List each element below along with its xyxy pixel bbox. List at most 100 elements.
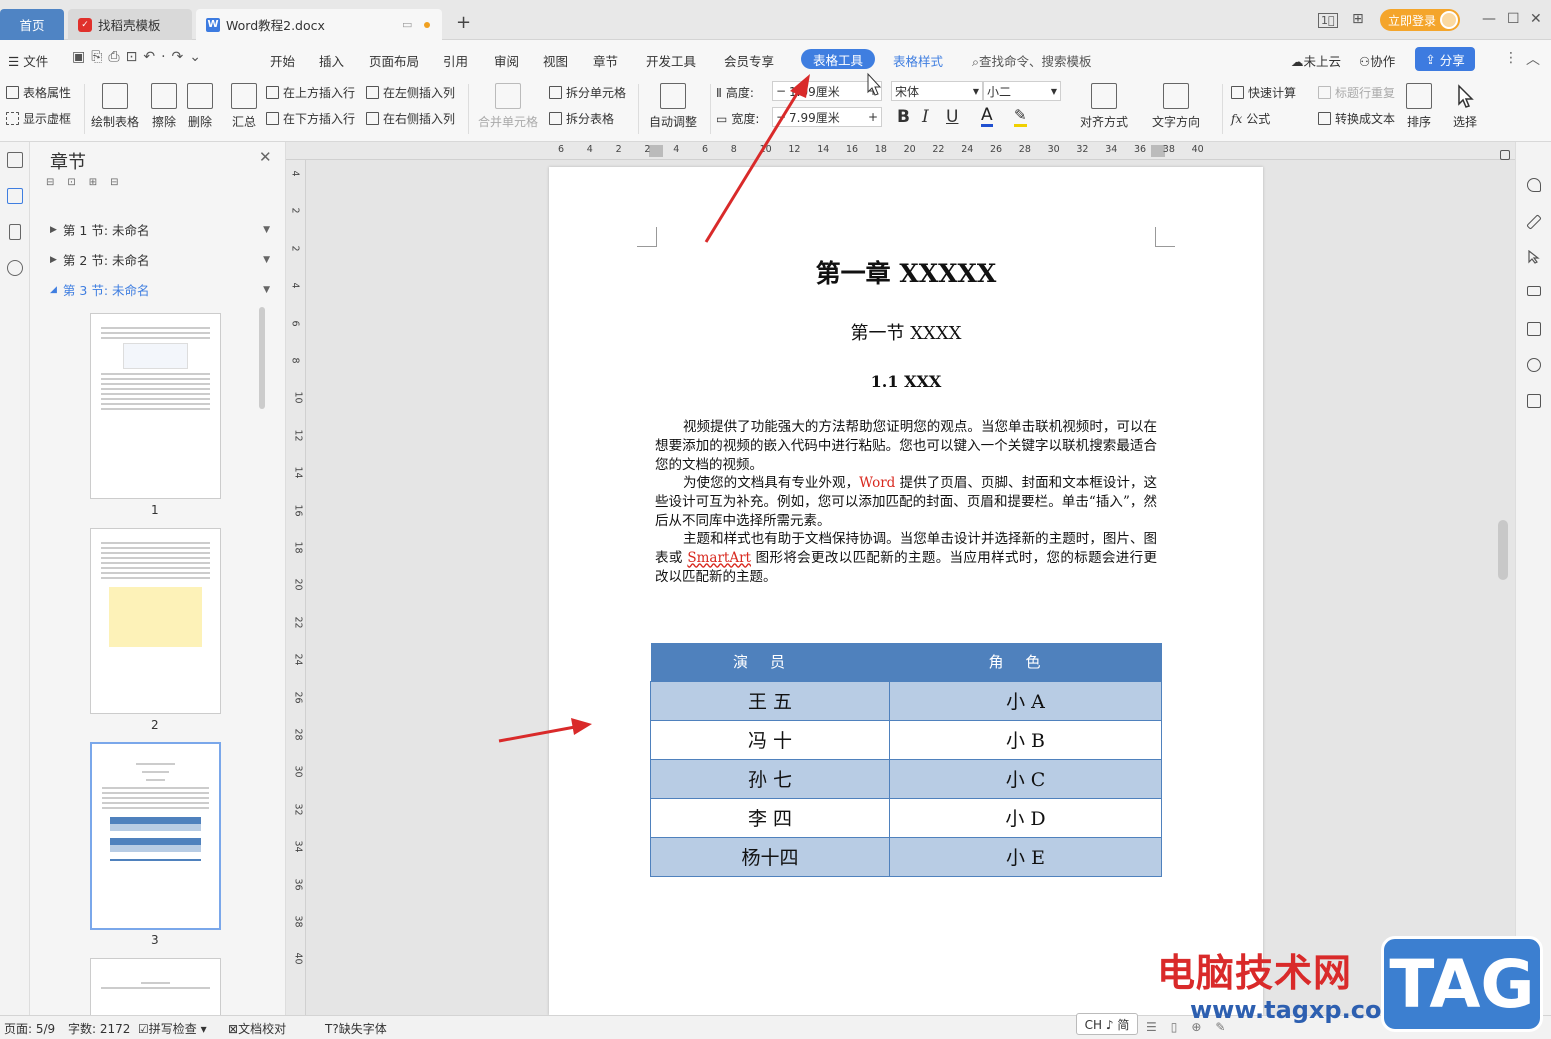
menu-developer[interactable]: 开发工具 xyxy=(646,51,696,70)
width-plus-icon[interactable]: + xyxy=(865,110,881,124)
table-cell[interactable]: 小 A xyxy=(889,680,1162,721)
width-input[interactable]: −7.99厘米 + xyxy=(772,107,882,127)
text-direction-button[interactable]: 文字方向 xyxy=(1152,83,1200,130)
window-layout-icon[interactable]: 1⃣ xyxy=(1318,13,1338,28)
table-cell[interactable]: 王 五 xyxy=(650,680,890,721)
highlight-icon[interactable]: ✎ xyxy=(1014,107,1027,127)
to-text-button[interactable]: 转换成文本 xyxy=(1318,110,1395,127)
underline-button[interactable]: U xyxy=(946,107,958,127)
insert-below-button[interactable]: 在下方插入行 xyxy=(266,110,355,127)
show-grid-button[interactable]: 显示虚框 xyxy=(6,110,71,127)
nav-section-2[interactable]: ▶ 第 2 节: 未命名 ▼ xyxy=(50,250,270,269)
table-header[interactable]: 角色 xyxy=(889,643,1162,681)
sliders-icon[interactable] xyxy=(1527,286,1541,296)
page-thumbnail-2[interactable] xyxy=(90,528,221,714)
cursor-icon[interactable] xyxy=(1527,249,1541,264)
tab-template[interactable]: ✓ 找稻壳模板 xyxy=(68,9,192,40)
chevron-down-icon[interactable]: ▼ xyxy=(263,255,270,265)
missing-font-button[interactable]: T?缺失字体 xyxy=(325,1020,387,1037)
font-select[interactable]: 宋体 ▼ xyxy=(891,81,983,101)
page-indicator[interactable]: 页面: 5/9 xyxy=(4,1020,55,1037)
grid-apps-icon[interactable]: ⊞ xyxy=(1352,11,1364,27)
tab-document[interactable]: W Word教程2.docx ▭ xyxy=(196,9,442,40)
menu-layout[interactable]: 页面布局 xyxy=(369,51,419,70)
table-cell[interactable]: 小 E xyxy=(889,836,1162,877)
table-cell[interactable]: 李 四 xyxy=(650,797,890,838)
vertical-ruler[interactable]: 4 2 2 4 6 8 10 12 14 16 18 20 22 24 26 28 30 32 34 36 38 40 xyxy=(286,160,306,1015)
document-scrollbar[interactable] xyxy=(1498,520,1508,580)
table-cell[interactable]: 小 D xyxy=(889,797,1162,838)
insert-right-button[interactable]: 在右侧插入列 xyxy=(366,110,455,127)
menu-section[interactable]: 章节 xyxy=(593,51,618,70)
minimize-icon[interactable]: — xyxy=(1482,11,1496,27)
width-minus-icon[interactable]: − xyxy=(773,110,789,124)
table-cell[interactable]: 孙 七 xyxy=(650,758,890,799)
outline-icon[interactable] xyxy=(7,152,23,168)
search-command[interactable]: ⌕查找命令、搜索模板 xyxy=(972,51,1092,70)
insert-left-button[interactable]: 在左侧插入列 xyxy=(366,84,455,101)
sort-button[interactable]: 排序 xyxy=(1406,83,1432,130)
book-icon[interactable] xyxy=(1527,394,1541,408)
align-button[interactable]: 对齐方式 xyxy=(1080,83,1128,130)
table-props-button[interactable]: 表格属性 xyxy=(6,84,71,101)
summary-button[interactable]: 汇总 xyxy=(231,83,257,130)
table-cell[interactable]: 小 C xyxy=(889,758,1162,799)
menu-member[interactable]: 会员专享 xyxy=(724,51,774,70)
auto-fit-button[interactable]: 自动调整 xyxy=(649,83,697,130)
file-menu[interactable]: ☰ 文件 xyxy=(8,51,48,70)
monitor-icon[interactable]: ▭ xyxy=(402,18,412,31)
ime-indicator[interactable]: CH ♪ 简 xyxy=(1076,1013,1138,1035)
menu-review[interactable]: 审阅 xyxy=(494,51,519,70)
maximize-icon[interactable]: ☐ xyxy=(1507,11,1520,27)
font-color-button[interactable]: A xyxy=(981,107,993,127)
quick-calc-button[interactable]: 快速计算 xyxy=(1231,84,1296,101)
ruler-indent-marker[interactable] xyxy=(649,145,663,157)
document-page[interactable]: 第一章 XXXXX 第一节 XXXX 1.1 XXX 视频提供了功能强大的方法帮… xyxy=(549,167,1263,1015)
panel-toggle-icon[interactable] xyxy=(1500,150,1510,160)
panel-scrollbar[interactable] xyxy=(259,307,265,409)
close-icon[interactable]: ✕ xyxy=(1530,11,1542,27)
table-cell[interactable]: 小 B xyxy=(889,719,1162,760)
nav-section-1[interactable]: ▶ 第 1 节: 未命名 ▼ xyxy=(50,220,270,239)
split-cells-button[interactable]: 拆分单元格 xyxy=(549,84,626,101)
login-button[interactable]: 立即登录 xyxy=(1380,9,1460,31)
table-header[interactable]: 演员 xyxy=(650,643,890,681)
word-count[interactable]: 字数: 2172 xyxy=(68,1020,130,1037)
menu-insert[interactable]: 插入 xyxy=(319,51,344,70)
cloud-status[interactable]: ☁未上云 xyxy=(1291,51,1341,70)
delete-button[interactable]: 删除 xyxy=(187,83,213,130)
collapse-ribbon-icon[interactable]: ︿ xyxy=(1526,49,1540,69)
close-icon[interactable]: ✕ xyxy=(259,148,272,166)
bold-button[interactable]: B xyxy=(897,107,910,127)
page-thumbnail-1[interactable] xyxy=(90,313,221,499)
formula-button[interactable]: fx 公式 xyxy=(1231,110,1270,127)
table-cell[interactable]: 杨十四 xyxy=(650,836,890,877)
chevron-down-icon[interactable]: ▼ xyxy=(263,225,270,235)
italic-button[interactable]: I xyxy=(922,107,929,127)
menu-view[interactable]: 视图 xyxy=(543,51,568,70)
draw-table-button[interactable]: 绘制表格 xyxy=(91,83,139,130)
merge-cells-button[interactable]: 合并单元格 xyxy=(478,83,538,130)
select-button[interactable]: 选择 xyxy=(1452,83,1478,130)
size-select[interactable]: 小二 ▼ xyxy=(983,81,1061,101)
split-table-button[interactable]: 拆分表格 xyxy=(549,110,614,127)
tab-table-style[interactable]: 表格样式 xyxy=(893,51,943,70)
menu-start[interactable]: 开始 xyxy=(270,51,295,70)
page-thumbnail-4[interactable] xyxy=(90,958,221,1015)
image-tool-icon[interactable] xyxy=(1527,322,1541,336)
spell-check-button[interactable]: ☑拼写检查 ▾ xyxy=(138,1020,207,1037)
quick-access-icons[interactable]: ▣⎘⎙⊡↶·↷⌄ xyxy=(72,49,207,65)
collab-button[interactable]: ⚇协作 xyxy=(1359,51,1395,70)
proofread-button[interactable]: ⊠文档校对 xyxy=(228,1020,286,1037)
rocket-icon[interactable] xyxy=(1527,178,1541,192)
chapter-nav-icon[interactable] xyxy=(7,188,23,204)
share-button[interactable]: ⇪ 分享 xyxy=(1415,47,1475,71)
height-plus-icon[interactable]: + xyxy=(865,84,881,98)
insert-above-button[interactable]: 在上方插入行 xyxy=(266,84,355,101)
compass-icon[interactable] xyxy=(1527,358,1541,372)
height-input[interactable]: −1.09厘米 + xyxy=(772,81,882,101)
nav-section-3[interactable]: ◢ 第 3 节: 未命名 ▼ xyxy=(50,280,270,299)
horizontal-ruler[interactable]: 6 4 2 2 4 6 8 10 12 14 16 18 20 22 24 26 28 30 32 34 36 38 40 xyxy=(286,142,1526,160)
repeat-header-button[interactable]: 标题行重复 xyxy=(1318,84,1395,101)
pen-icon[interactable] xyxy=(1526,214,1542,230)
